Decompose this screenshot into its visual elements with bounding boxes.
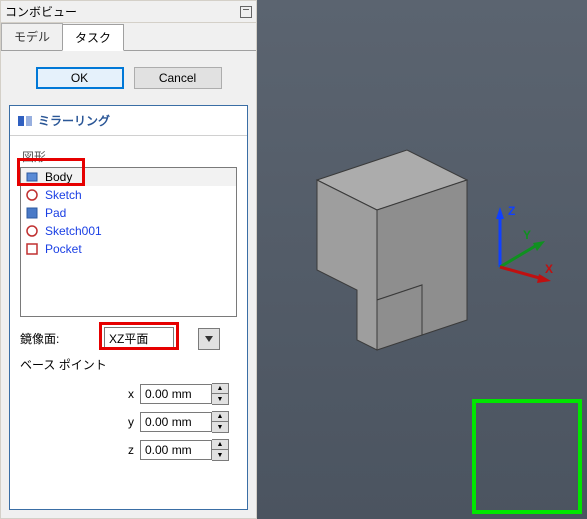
x-row: x ▲▼: [20, 383, 237, 405]
x-input[interactable]: [140, 384, 212, 404]
card-body: 図形 Body Sketch Pad Sketch001 Pocket 鏡像面: XZ平…: [10, 136, 247, 509]
z-input[interactable]: [140, 440, 212, 460]
y-down-icon[interactable]: ▼: [212, 422, 228, 432]
x-up-icon[interactable]: ▲: [212, 384, 228, 394]
list-item-label: Pocket: [45, 242, 82, 256]
shape-icon: [25, 242, 39, 256]
list-item[interactable]: Sketch: [21, 186, 236, 204]
tab-model[interactable]: モデル: [1, 23, 63, 50]
model-3d-shape: [257, 110, 497, 410]
z-row: z ▲▼: [20, 439, 237, 461]
cancel-button[interactable]: Cancel: [134, 67, 222, 89]
base-point-label: ベース ポイント: [20, 356, 107, 373]
mirror-plane-label: 鏡像面:: [20, 330, 104, 347]
tab-task[interactable]: タスク: [62, 24, 124, 51]
list-item-label: Pad: [45, 206, 66, 220]
dialog-buttons: OK Cancel: [1, 51, 256, 105]
x-down-icon[interactable]: ▼: [212, 394, 228, 404]
axis-y-label: Y: [523, 228, 531, 242]
shape-list[interactable]: Body Sketch Pad Sketch001 Pocket: [20, 167, 237, 317]
x-label: x: [20, 387, 140, 401]
list-item-label: Body: [45, 170, 72, 184]
combo-view-panel: コンボビュー モデル タスク OK Cancel ミラーリング 図形 Body S…: [0, 0, 257, 519]
panel-title: コンボビュー: [5, 3, 77, 20]
tab-bar: モデル タスク: [1, 23, 256, 51]
y-up-icon[interactable]: ▲: [212, 412, 228, 422]
axis-z-label: Z: [508, 204, 515, 218]
shape-icon: [25, 188, 39, 202]
card-header: ミラーリング: [10, 106, 247, 136]
mirroring-task-card: ミラーリング 図形 Body Sketch Pad Sketch001 Pocket 鏡…: [9, 105, 248, 510]
mirror-plane-select[interactable]: XZ平面: [104, 327, 174, 350]
3d-viewport[interactable]: Z Y X: [257, 0, 587, 519]
highlight-nav-axis: [472, 399, 582, 514]
y-input[interactable]: [140, 412, 212, 432]
ok-button[interactable]: OK: [36, 67, 124, 89]
y-label: y: [20, 415, 140, 429]
axis-x-label: X: [545, 262, 553, 276]
base-point-label-row: ベース ポイント: [20, 356, 237, 373]
list-item[interactable]: Sketch001: [21, 222, 236, 240]
y-row: y ▲▼: [20, 411, 237, 433]
panel-header: コンボビュー: [1, 1, 256, 23]
z-down-icon[interactable]: ▼: [212, 450, 228, 460]
shape-icon: [25, 206, 39, 220]
y-spinner[interactable]: ▲▼: [140, 411, 229, 433]
mirror-plane-value: XZ平面: [109, 332, 148, 346]
z-spinner[interactable]: ▲▼: [140, 439, 229, 461]
mirroring-icon: [18, 114, 32, 128]
list-item[interactable]: Body: [21, 168, 236, 186]
x-spinner[interactable]: ▲▼: [140, 383, 229, 405]
dock-toggle-icon[interactable]: [240, 6, 252, 18]
chevron-down-icon[interactable]: [198, 328, 220, 350]
shape-icon: [25, 170, 39, 184]
list-item[interactable]: Pocket: [21, 240, 236, 258]
list-item[interactable]: Pad: [21, 204, 236, 222]
list-item-label: Sketch: [45, 188, 82, 202]
shape-icon: [25, 224, 39, 238]
mirror-plane-row: 鏡像面: XZ平面: [20, 327, 237, 350]
z-label: z: [20, 443, 140, 457]
list-item-label: Sketch001: [45, 224, 102, 238]
z-up-icon[interactable]: ▲: [212, 440, 228, 450]
card-title: ミラーリング: [38, 112, 110, 129]
shape-group-label: 図形: [22, 148, 237, 165]
nav-axis-widget[interactable]: Z Y X: [475, 197, 565, 287]
